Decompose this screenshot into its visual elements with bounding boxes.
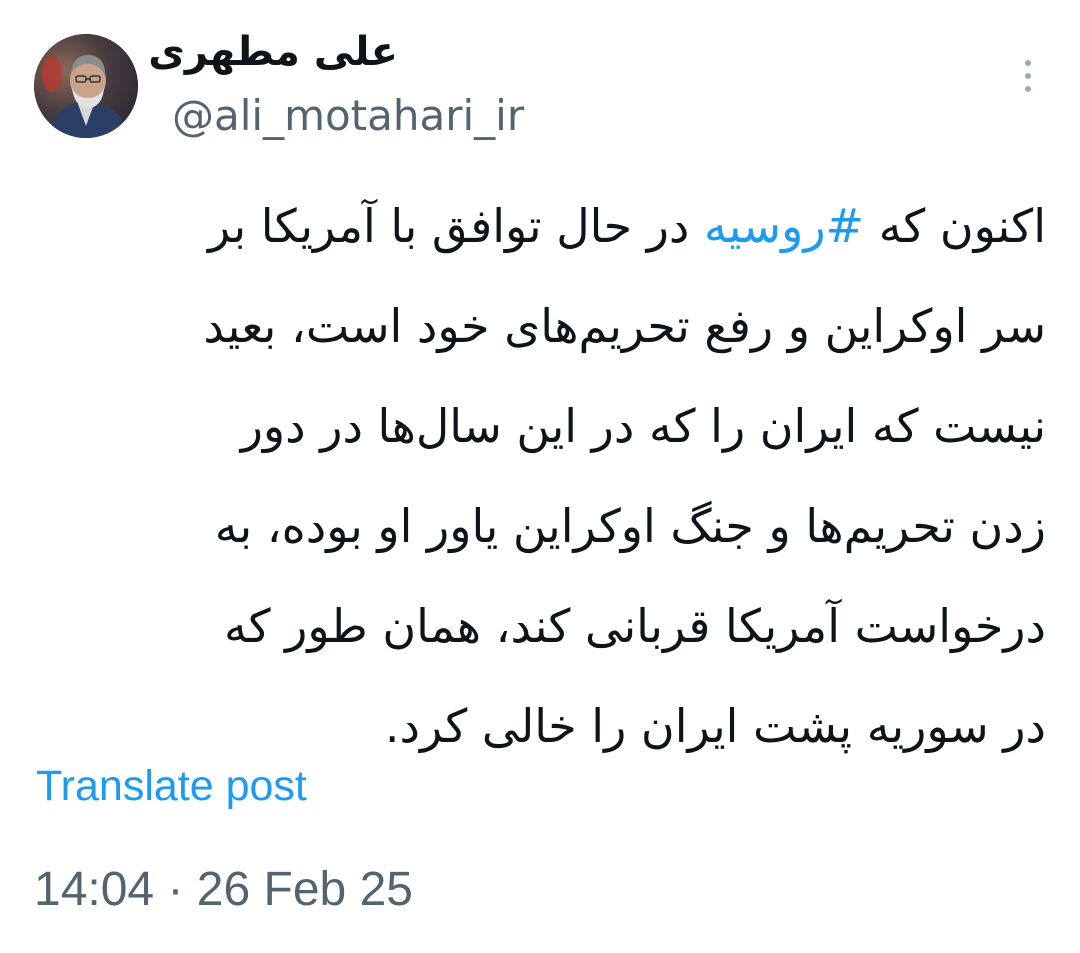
post-date-link[interactable]: 26 Feb 25 [197,863,413,916]
avatar-photo [34,34,138,138]
tweet-text-line: زدن تحریم‌ها و جنگ اوکراین یاور او بوده،… [214,499,1046,553]
display-name[interactable]: علی مطهری [148,28,398,76]
username-handle[interactable]: @ali_motahari_ir [172,90,524,142]
hashtag-link[interactable]: #روسیه [704,199,864,253]
tweet-text-line: سر اوکراین و رفع تحریم‌های خود است، بعید [203,299,1046,353]
tweet-text: اکنون که #روسیه در حال توافق با آمریکا ب… [30,176,1046,776]
post-timestamp: 14:04 · 26 Feb 25 [34,860,413,920]
more-vertical-icon[interactable] [1014,58,1042,94]
avatar[interactable] [34,34,138,138]
translate-post-link[interactable]: Translate post [36,758,307,814]
tweet-text-line: در سوریه پشت ایران را خالی کرد. [384,699,1046,753]
tweet-text-segment: در حال توافق با آمریکا بر [207,199,705,253]
post-time-link[interactable]: 14:04 [34,863,154,916]
meta-separator: · [167,863,184,916]
tweet-text-line: نیست که ایران را که در این سال‌ها در دور [240,399,1046,453]
tweet-text-segment: اکنون که [864,199,1046,253]
tweet-text-line: درخواست آمریکا قربانی کند، همان طور که [223,599,1046,653]
